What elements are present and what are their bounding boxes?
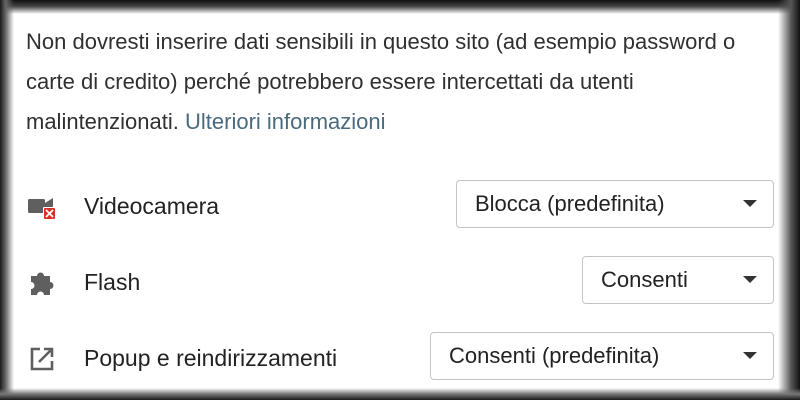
security-notice: Non dovresti inserire dati sensibili in … (26, 22, 766, 142)
popup-select[interactable]: Consenti (predefinita) (430, 332, 774, 380)
permission-row-flash: Flash Consenti (26, 256, 774, 308)
permission-row-popup: Popup e reindirizzamenti Consenti (prede… (26, 332, 774, 384)
permission-label-videocamera: Videocamera (84, 193, 220, 219)
chevron-down-icon (743, 352, 757, 359)
popup-select-value: Consenti (predefinita) (449, 343, 660, 368)
page-edge-right (778, 0, 800, 400)
videocamera-blocked-icon (28, 193, 58, 221)
permission-label-popup: Popup e reindirizzamenti (84, 345, 338, 371)
flash-select[interactable]: Consenti (582, 256, 774, 304)
page-edge-left (0, 0, 14, 400)
permission-label-flash: Flash (84, 269, 141, 295)
external-link-icon (28, 345, 58, 373)
page-edge-top (0, 0, 800, 14)
videocamera-select-value: Blocca (predefinita) (475, 191, 665, 216)
learn-more-link[interactable]: Ulteriori informazioni (185, 109, 386, 134)
videocamera-select[interactable]: Blocca (predefinita) (456, 180, 774, 228)
puzzle-piece-icon (28, 269, 58, 297)
permission-row-videocamera: Videocamera Blocca (predefinita) (26, 180, 774, 232)
chevron-down-icon (743, 200, 757, 207)
flash-select-value: Consenti (601, 267, 688, 292)
site-info-panel: Non dovresti inserire dati sensibili in … (0, 0, 800, 400)
chevron-down-icon (743, 276, 757, 283)
page-edge-bottom (0, 388, 800, 400)
